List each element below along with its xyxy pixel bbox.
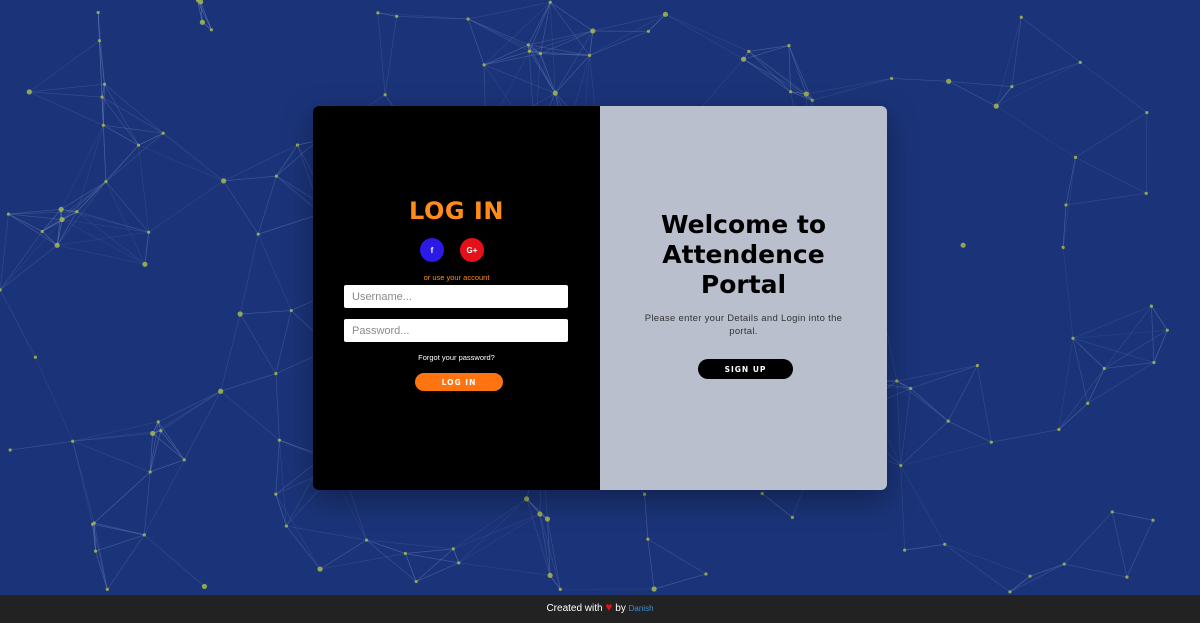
login-title: LOG IN (409, 197, 504, 225)
footer-by: by (615, 603, 626, 614)
login-card: LOG IN f G+ or use your account Forgot y… (313, 106, 887, 490)
facebook-button[interactable]: f (420, 238, 444, 262)
welcome-line-3: Portal (700, 270, 787, 299)
welcome-panel: Welcome to Attendence Portal Please ente… (600, 106, 887, 490)
footer: Created with ♥ by Danish (0, 595, 1200, 623)
welcome-line-1: Welcome to (660, 210, 827, 239)
welcome-heading: Welcome to Attendence Portal (600, 210, 887, 300)
welcome-line-2: Attendence (662, 240, 825, 269)
welcome-description: Please enter your Details and Login into… (644, 313, 843, 337)
username-input[interactable] (344, 285, 568, 308)
google-plus-icon: G+ (466, 245, 478, 255)
signup-button[interactable]: SIGN UP (698, 359, 793, 379)
login-button[interactable]: LOG IN (415, 373, 503, 391)
facebook-icon: f (430, 245, 434, 255)
google-plus-button[interactable]: G+ (460, 238, 484, 262)
forgot-password-link[interactable]: Forgot your password? (313, 353, 600, 362)
footer-prefix: Created with (546, 603, 603, 614)
heart-icon: ♥ (605, 600, 613, 614)
login-panel: LOG IN f G+ or use your account Forgot y… (313, 106, 600, 490)
alt-login-text: or use your account (423, 273, 490, 282)
author-link[interactable]: Danish (629, 604, 654, 613)
password-input[interactable] (344, 319, 568, 342)
